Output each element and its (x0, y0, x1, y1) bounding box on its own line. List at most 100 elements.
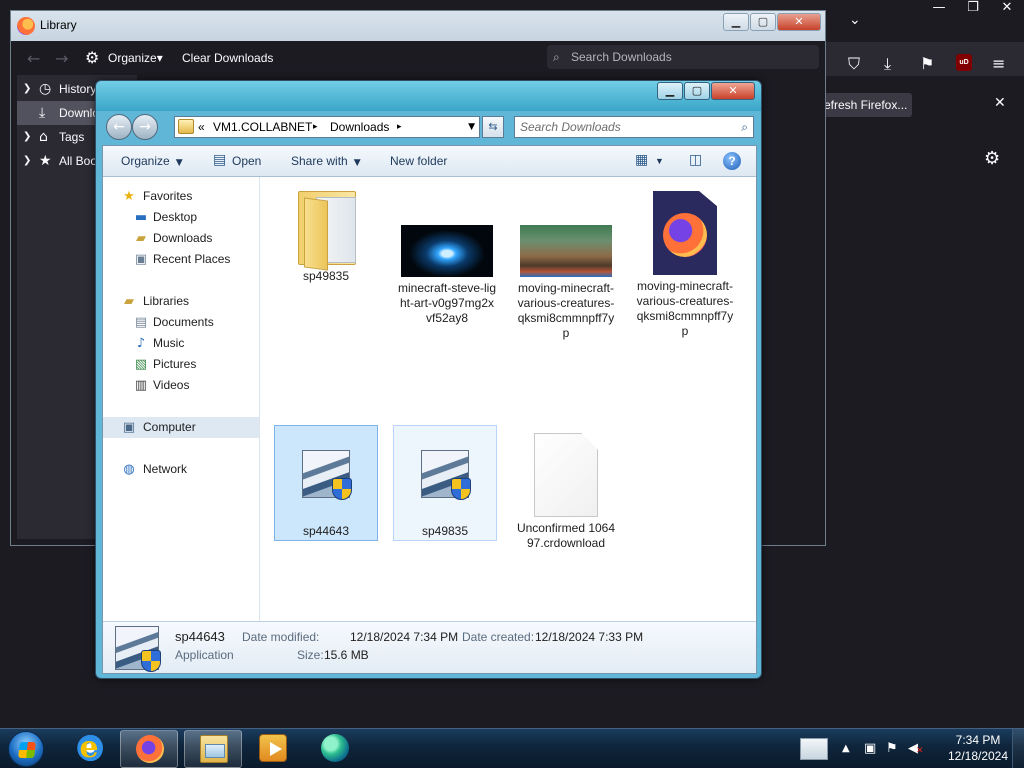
start-button[interactable] (8, 731, 44, 767)
open-button[interactable]: Open (232, 154, 261, 168)
file-list: sp49835 minecraft-steve-light-art-v0g97m… (260, 177, 756, 621)
volume-muted-icon[interactable]: ◀ (908, 741, 924, 756)
clock-icon: ◷ (39, 81, 52, 97)
breadcrumb-downloads[interactable]: Downloads (330, 117, 389, 137)
restore-button[interactable]: ❐ (956, 0, 990, 18)
ublock-icon[interactable]: uD (956, 54, 972, 71)
file-tile[interactable]: sp49835 (274, 181, 378, 284)
search-input[interactable]: Search Downloads ⌕ (514, 116, 754, 138)
nav-documents[interactable]: ▤ Documents (103, 312, 259, 333)
close-button[interactable]: ✕ (711, 82, 755, 100)
tree-item-label: Tags (59, 130, 85, 144)
network-icon[interactable]: ▣ (864, 741, 876, 756)
details-file-type: Application (175, 648, 234, 662)
organize-label: Organize (121, 154, 170, 168)
minimize-button[interactable]: ▁ (723, 13, 749, 31)
back-arrow-icon[interactable]: ← (27, 49, 40, 68)
notification-close-icon[interactable]: ✕ (994, 95, 1006, 111)
share-with-button[interactable]: Share with ▼ (291, 154, 361, 168)
new-folder-button[interactable]: New folder (390, 154, 447, 168)
pocket-icon[interactable]: ⛉ (848, 54, 860, 74)
minimize-button[interactable]: ▁ (657, 82, 683, 100)
taskbar-windows-media-player[interactable] (244, 730, 302, 768)
file-tile[interactable]: moving-minecraft-various-creatures-qksmi… (514, 181, 618, 341)
refresh-button[interactable]: ⇆ (482, 116, 504, 138)
action-center-flag-icon[interactable]: ⚑ (886, 741, 898, 756)
library-toolbar: ← → ⚙ Organize▾ Clear Downloads ⌕ Search… (17, 41, 819, 75)
nav-label: Desktop (153, 210, 198, 224)
forward-button[interactable]: → (132, 114, 158, 140)
show-hidden-icons-icon[interactable]: ▲ (842, 743, 850, 754)
taskbar-windows-explorer[interactable] (184, 730, 242, 768)
nav-computer[interactable]: ▣ Computer (103, 417, 259, 438)
close-button[interactable]: ✕ (777, 13, 821, 31)
forward-arrow-icon[interactable]: → (55, 49, 68, 68)
image-thumbnail (401, 225, 493, 277)
preview-pane-icon[interactable]: ◫ (689, 152, 702, 168)
computer-icon: ▣ (122, 420, 136, 435)
taskbar-edge[interactable] (306, 730, 364, 768)
nav-label: Recent Places (153, 252, 231, 266)
nav-favorites[interactable]: ★ Favorites (103, 186, 259, 207)
back-button[interactable]: ← (106, 114, 132, 140)
chevron-down-icon[interactable]: ▼ (468, 117, 475, 137)
organize-button[interactable]: Organize▾ (108, 51, 163, 65)
maximize-button[interactable]: ▢ (684, 82, 710, 100)
file-tile[interactable]: Unconfirmed 106497.crdownload (514, 429, 618, 551)
firefox-logo-icon (17, 17, 35, 35)
nav-downloads[interactable]: ▰ Downloads (103, 228, 259, 249)
extensions-icon[interactable]: ⚑ (920, 54, 934, 73)
nav-desktop[interactable]: ▬ Desktop (103, 207, 259, 228)
clock[interactable]: 7:34 PM 12/18/2024 (938, 732, 1018, 764)
nav-pictures[interactable]: ▧ Pictures (103, 354, 259, 375)
breadcrumb-overflow[interactable]: « (198, 117, 205, 137)
maximize-button[interactable]: ▢ (750, 13, 776, 31)
taskbar-firefox[interactable] (120, 730, 178, 768)
internet-explorer-icon: e (75, 733, 103, 763)
chevron-right-icon[interactable]: ❯ (23, 125, 31, 149)
windows-explorer-icon (200, 735, 228, 763)
address-bar[interactable]: « VM1.COLLABNET ▸ Downloads ▸ ▼ (174, 116, 480, 138)
chevron-right-icon[interactable]: ❯ (23, 77, 31, 101)
music-icon: ♪ (136, 336, 146, 351)
chevron-down-icon: ▾ (156, 51, 163, 65)
nav-label: Downloads (153, 231, 213, 245)
change-view-icon[interactable]: ▦ (635, 152, 648, 168)
help-button[interactable]: ? (723, 152, 741, 170)
setup-application-thumbnail (115, 626, 161, 672)
search-input[interactable]: ⌕ Search Downloads (547, 45, 819, 69)
file-tile[interactable]: moving-minecraft-various-creatures-qksmi… (633, 181, 737, 339)
nav-videos[interactable]: ▥ Videos (103, 375, 259, 396)
chevron-right-icon[interactable]: ❯ (23, 149, 31, 173)
search-icon[interactable]: ⌕ (741, 117, 748, 137)
organize-button[interactable]: Organize ▼ (121, 154, 183, 168)
downloads-icon[interactable]: ⤓ (884, 54, 891, 74)
menu-icon[interactable]: ≡ (992, 54, 1005, 73)
nav-recent-places[interactable]: ▣ Recent Places (103, 249, 259, 270)
breadcrumb-vm1-collabnet[interactable]: VM1.COLLABNET (213, 117, 312, 137)
file-tile[interactable]: sp49835 (393, 425, 497, 541)
file-tile[interactable]: sp44643 (274, 425, 378, 541)
search-icon: ⌕ (553, 50, 560, 64)
refresh-firefox-button[interactable]: efresh Firefox... (820, 93, 912, 117)
file-tile[interactable]: minecraft-steve-light-art-v0g97mg2xvf52a… (395, 181, 499, 326)
size-value: 15.6 MB (324, 648, 369, 662)
breadcrumb-separator-icon[interactable]: ▸ (397, 117, 402, 137)
videos-icon: ▥ (134, 378, 148, 393)
breadcrumb-separator-icon[interactable]: ▸ (313, 117, 318, 137)
chevron-down-icon[interactable]: ▼ (655, 156, 664, 166)
show-desktop-button[interactable] (1012, 729, 1024, 768)
desktop-icon: ▬ (134, 210, 148, 225)
list-all-tabs-icon[interactable]: ⌄ (849, 12, 861, 28)
taskbar-internet-explorer[interactable]: e (60, 730, 118, 768)
file-name: sp49835 (421, 524, 469, 538)
nav-network[interactable]: ◍ Network (103, 459, 259, 480)
nav-music[interactable]: ♪ Music (103, 333, 259, 354)
explorer-body: Organize ▼ ▤ Open Share with ▼ New folder … (102, 145, 757, 674)
close-button[interactable]: ✕ (990, 0, 1024, 18)
minimize-button[interactable]: — (922, 0, 956, 18)
pen-input-icon[interactable] (800, 738, 828, 760)
gear-icon[interactable]: ⚙ (984, 148, 1000, 169)
nav-libraries[interactable]: ▰ Libraries (103, 291, 259, 312)
clear-downloads-button[interactable]: Clear Downloads (182, 51, 273, 65)
